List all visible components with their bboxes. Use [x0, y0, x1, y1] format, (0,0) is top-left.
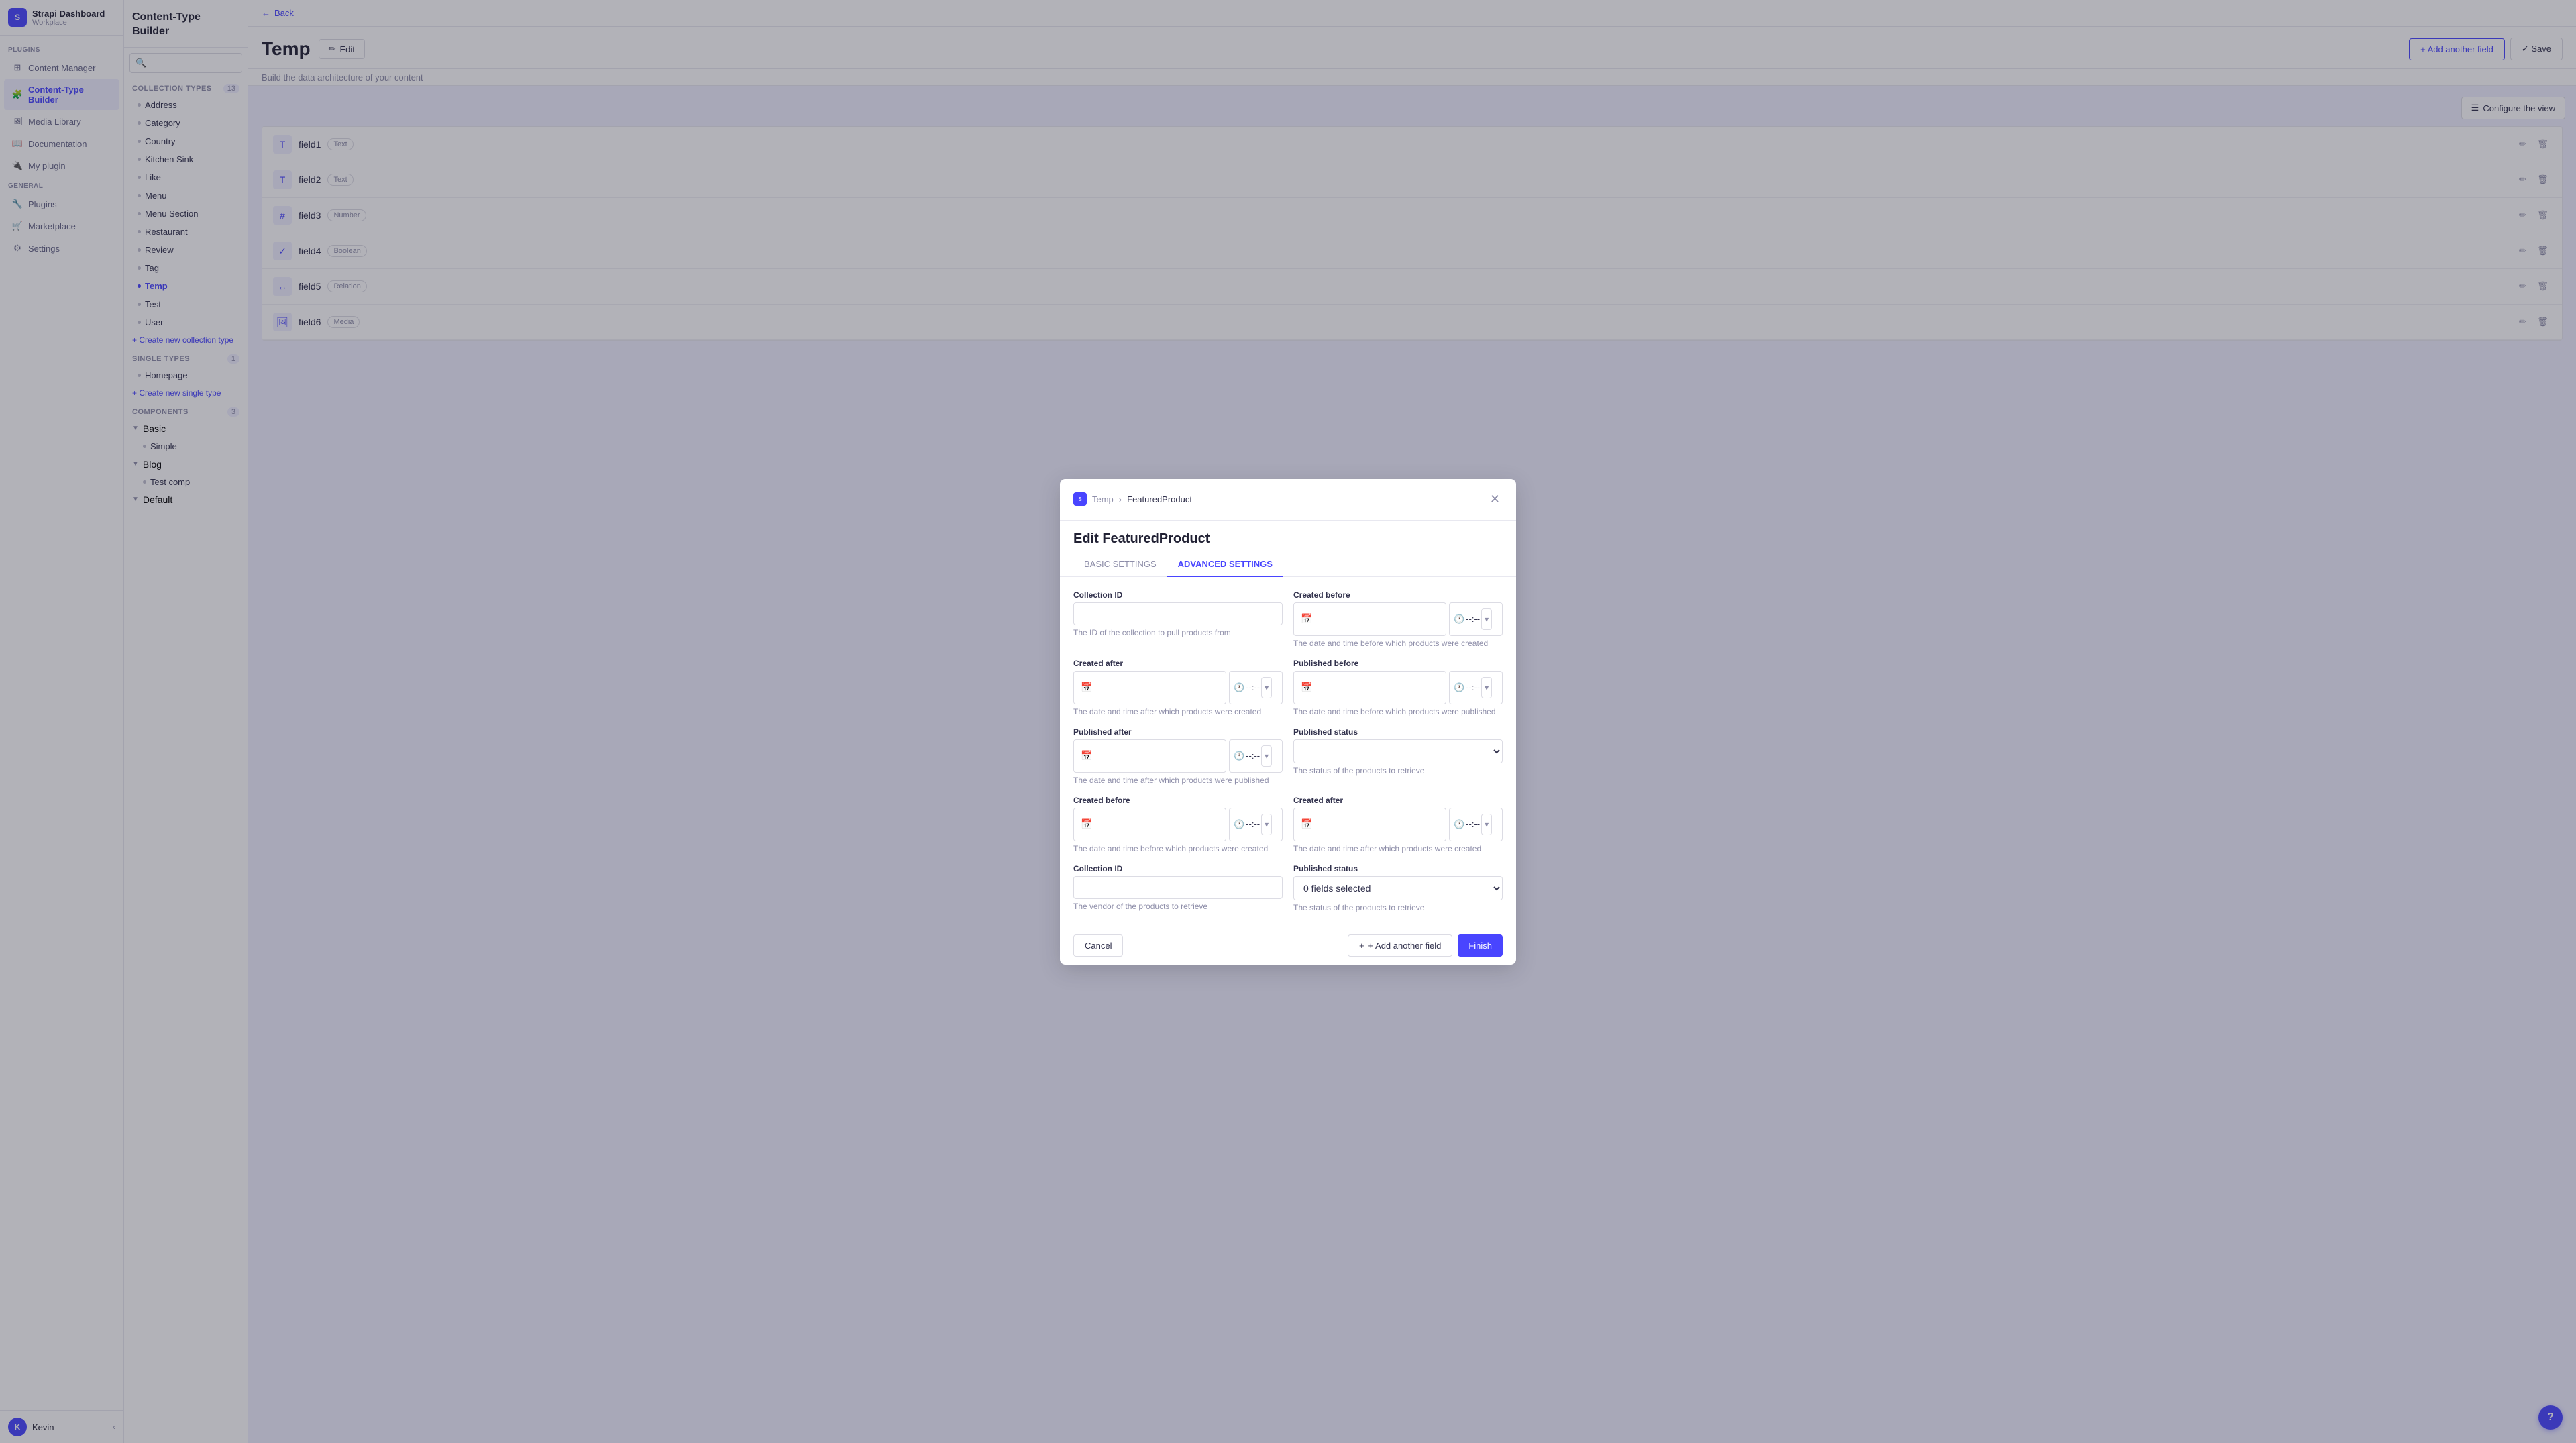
time-input: 🕐 --:-- ▾ [1229, 808, 1283, 841]
published-after-hint: The date and time after which products w… [1073, 776, 1283, 785]
created-before-date-input[interactable] [1315, 614, 1439, 625]
published-status-2-hint: The status of the products to retrieve [1293, 903, 1503, 912]
date-input-wrapper: 📅 [1293, 602, 1446, 636]
published-after-date-input[interactable] [1095, 751, 1219, 761]
time-input: 🕐 --:-- ▾ [1229, 739, 1283, 773]
add-another-field-modal-button[interactable]: + + Add another field [1348, 934, 1452, 957]
time-dropdown[interactable]: ▾ [1481, 677, 1492, 698]
modal-overlay: S Temp › FeaturedProduct ✕ Edit Featured… [0, 0, 2576, 1443]
collection-id-2-hint: The vendor of the products to retrieve [1073, 902, 1283, 911]
modal-footer-actions: + + Add another field Finish [1348, 934, 1503, 957]
published-status-2-label: Published status [1293, 864, 1503, 873]
modal-close-button[interactable]: ✕ [1487, 490, 1503, 509]
modal-title-area: Edit FeaturedProduct [1060, 521, 1516, 552]
form-group-published-before: Published before 📅 🕐 --:-- ▾ The date an… [1293, 659, 1503, 716]
time-dropdown[interactable]: ▾ [1481, 814, 1492, 835]
published-status-1-select[interactable] [1293, 739, 1503, 763]
date-input-wrapper: 📅 [1073, 671, 1226, 704]
created-after-hint: The date and time after which products w… [1073, 707, 1283, 716]
time-dropdown[interactable]: ▾ [1261, 677, 1272, 698]
calendar-icon: 📅 [1301, 613, 1312, 625]
datetime-row: 📅 🕐 --:-- ▾ [1073, 671, 1283, 704]
published-before-date-input[interactable] [1315, 682, 1439, 693]
time-dropdown[interactable]: ▾ [1481, 608, 1492, 630]
time-input: 🕐 --:-- ▾ [1449, 808, 1503, 841]
modal-footer: Cancel + + Add another field Finish [1060, 926, 1516, 965]
created-before-hint: The date and time before which products … [1293, 639, 1503, 648]
cancel-button[interactable]: Cancel [1073, 934, 1123, 957]
collection-id-2-input[interactable] [1073, 876, 1283, 899]
modal-body: Collection ID The ID of the collection t… [1060, 577, 1516, 926]
tab-advanced-settings[interactable]: ADVANCED SETTINGS [1167, 552, 1283, 577]
time-input: 🕐 --:-- ▾ [1229, 671, 1283, 704]
collection-id-2-label: Collection ID [1073, 864, 1283, 873]
form-group-created-after: Created after 📅 🕐 --:-- ▾ The date and t… [1073, 659, 1283, 716]
modal-tabs: BASIC SETTINGS ADVANCED SETTINGS [1060, 552, 1516, 577]
created-before-2-label: Created before [1073, 796, 1283, 805]
tab-basic-settings[interactable]: BASIC SETTINGS [1073, 552, 1167, 577]
form-group-created-before: Created before 📅 🕐 --:-- ▾ The date and … [1293, 590, 1503, 648]
clock-icon: 🕐 [1234, 682, 1244, 693]
created-after-2-label: Created after [1293, 796, 1503, 805]
calendar-icon: 📅 [1301, 682, 1312, 693]
form-group-collection-id: Collection ID The ID of the collection t… [1073, 590, 1283, 648]
form-grid: Collection ID The ID of the collection t… [1073, 590, 1503, 912]
breadcrumb-separator: › [1119, 494, 1122, 504]
datetime-row: 📅 🕐 --:-- ▾ [1073, 808, 1283, 841]
published-status-2-select[interactable]: 0 fields selected [1293, 876, 1503, 900]
date-input-wrapper: 📅 [1293, 808, 1446, 841]
clock-icon: 🕐 [1234, 819, 1244, 830]
created-before-2-date-input[interactable] [1095, 819, 1219, 830]
time-dropdown[interactable]: ▾ [1261, 814, 1272, 835]
created-after-label: Created after [1073, 659, 1283, 668]
created-after-2-date-input[interactable] [1315, 819, 1439, 830]
calendar-icon: 📅 [1081, 750, 1092, 761]
published-status-1-hint: The status of the products to retrieve [1293, 766, 1503, 776]
collection-id-hint: The ID of the collection to pull product… [1073, 628, 1283, 637]
form-group-published-status-1: Published status The status of the produ… [1293, 727, 1503, 785]
time-input: 🕐 --:-- ▾ [1449, 602, 1503, 636]
form-group-created-after-2: Created after 📅 🕐 --:-- ▾ The date and t… [1293, 796, 1503, 853]
clock-icon: 🕐 [1234, 751, 1244, 761]
date-input-wrapper: 📅 [1293, 671, 1446, 704]
published-after-label: Published after [1073, 727, 1283, 737]
datetime-row: 📅 🕐 --:-- ▾ [1073, 739, 1283, 773]
svg-text:S: S [1078, 496, 1081, 502]
published-status-1-label: Published status [1293, 727, 1503, 737]
breadcrumb-icon: S [1073, 492, 1087, 506]
form-group-collection-id-2: Collection ID The vendor of the products… [1073, 864, 1283, 912]
plus-icon: + [1359, 941, 1364, 951]
created-after-date-input[interactable] [1095, 682, 1219, 693]
collection-id-label: Collection ID [1073, 590, 1283, 600]
time-input: 🕐 --:-- ▾ [1449, 671, 1503, 704]
form-group-created-before-2: Created before 📅 🕐 --:-- ▾ The date and … [1073, 796, 1283, 853]
clock-icon: 🕐 [1454, 614, 1464, 625]
datetime-row: 📅 🕐 --:-- ▾ [1293, 808, 1503, 841]
datetime-row: 📅 🕐 --:-- ▾ [1293, 671, 1503, 704]
created-before-label: Created before [1293, 590, 1503, 600]
breadcrumb-current: FeaturedProduct [1127, 494, 1192, 504]
modal-title: Edit FeaturedProduct [1073, 531, 1503, 547]
breadcrumb-parent: Temp [1092, 494, 1114, 504]
edit-featured-product-modal: S Temp › FeaturedProduct ✕ Edit Featured… [1060, 479, 1516, 965]
calendar-icon: 📅 [1081, 818, 1092, 830]
date-input-wrapper: 📅 [1073, 808, 1226, 841]
calendar-icon: 📅 [1081, 682, 1092, 693]
form-group-published-after: Published after 📅 🕐 --:-- ▾ The date and… [1073, 727, 1283, 785]
published-before-label: Published before [1293, 659, 1503, 668]
calendar-icon: 📅 [1301, 818, 1312, 830]
created-after-2-hint: The date and time after which products w… [1293, 844, 1503, 853]
finish-button[interactable]: Finish [1458, 934, 1503, 957]
breadcrumb: S Temp › FeaturedProduct [1073, 492, 1192, 506]
date-input-wrapper: 📅 [1073, 739, 1226, 773]
clock-icon: 🕐 [1454, 819, 1464, 830]
published-before-hint: The date and time before which products … [1293, 707, 1503, 716]
collection-id-input[interactable] [1073, 602, 1283, 625]
time-dropdown[interactable]: ▾ [1261, 745, 1272, 767]
datetime-row: 📅 🕐 --:-- ▾ [1293, 602, 1503, 636]
clock-icon: 🕐 [1454, 682, 1464, 693]
created-before-2-hint: The date and time before which products … [1073, 844, 1283, 853]
form-group-published-status-2: Published status 0 fields selected The s… [1293, 864, 1503, 912]
modal-header: S Temp › FeaturedProduct ✕ [1060, 479, 1516, 521]
